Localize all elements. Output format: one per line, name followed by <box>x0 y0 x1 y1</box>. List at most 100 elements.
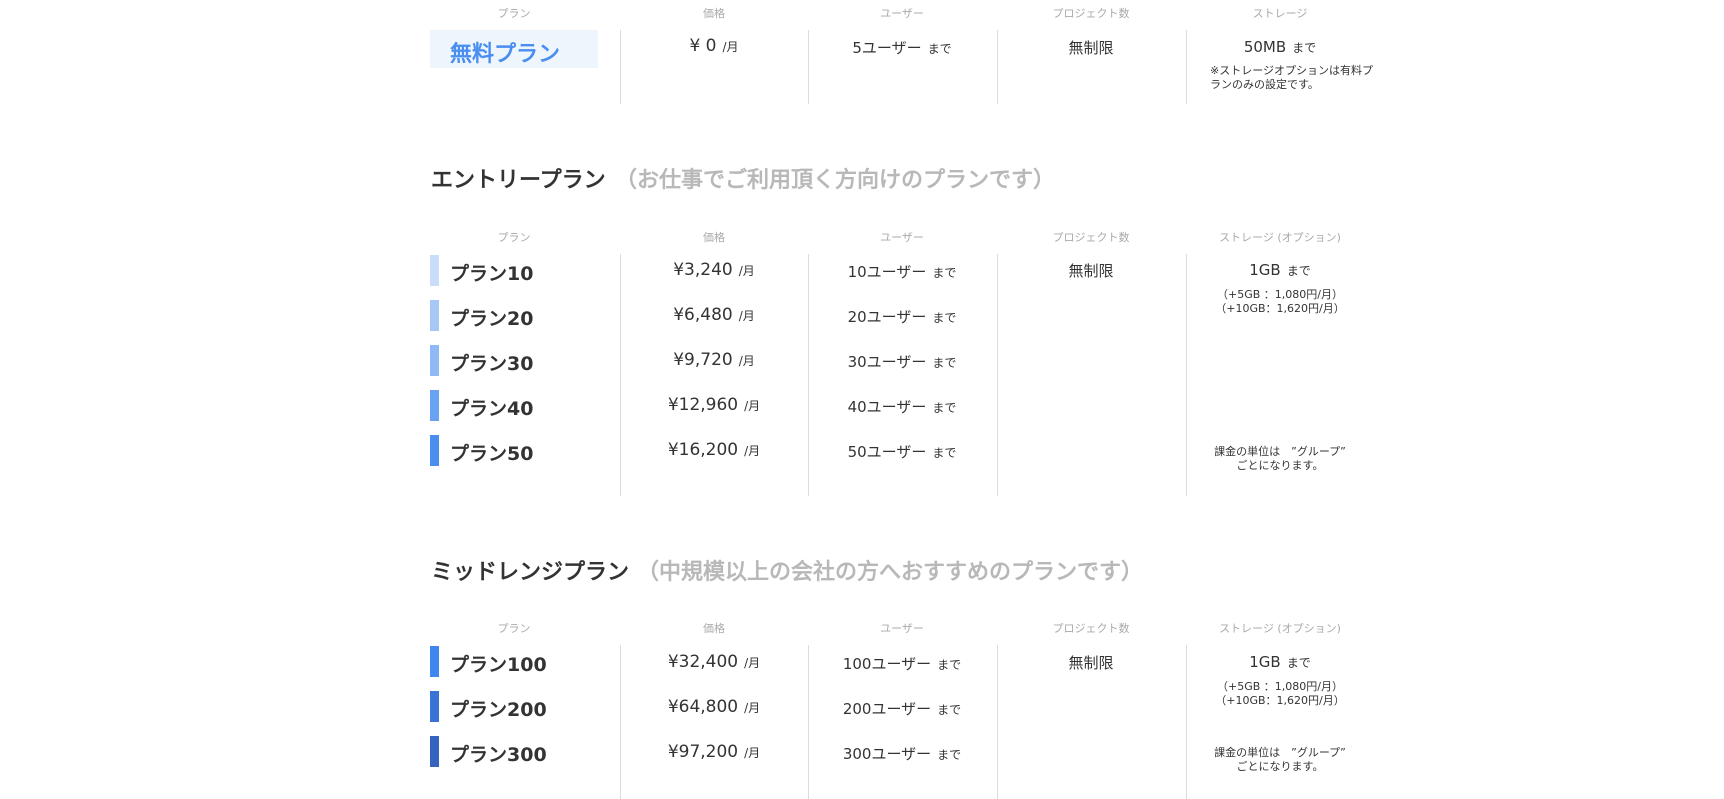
free-users-unit: まで <box>927 42 952 56</box>
midrange-section-subtitle: （中規模以上の会社の方へおすすめのプランです） <box>637 560 1144 585</box>
users-unit: まで <box>937 748 962 762</box>
plan-name: プラン50 <box>450 443 534 465</box>
midrange-storage-option-5gb: （+5GB ：1,080円/月） <box>1217 680 1343 693</box>
free-plan-projects: 無制限 <box>1068 39 1114 57</box>
entry-users-40: 40ユーザー まで <box>808 396 996 417</box>
free-header-price: 価格 <box>703 7 725 20</box>
price-value: ¥16,200 <box>667 440 739 460</box>
entry-price-50: ¥16,200/月 <box>620 440 808 460</box>
free-storage-value: 50MB <box>1243 38 1287 56</box>
midrange-header-price: 価格 <box>703 622 725 635</box>
entry-price-10: ¥3,240/月 <box>620 260 808 280</box>
midrange-projects: 無制限 <box>1068 654 1114 672</box>
plan-color-bar <box>430 435 439 466</box>
users-unit: まで <box>932 356 957 370</box>
entry-header-projects: プロジェクト数 <box>1052 231 1130 244</box>
midrange-storage: 1GB まで <box>1186 653 1374 671</box>
users-value: 10ユーザー <box>847 263 927 281</box>
plan-name: プラン100 <box>450 654 547 676</box>
users-value: 300ユーザー <box>842 745 932 763</box>
price-unit: /月 <box>738 264 755 278</box>
price-value: ¥12,960 <box>667 395 739 415</box>
entry-projects: 無制限 <box>1068 262 1114 280</box>
entry-users-10: 10ユーザー まで <box>808 261 996 282</box>
free-plan-name: 無料プラン <box>450 42 561 67</box>
storage-value: 1GB <box>1249 653 1281 671</box>
price-unit: /月 <box>744 444 761 458</box>
entry-header-storage: ストレージ (オプション) <box>1219 231 1341 244</box>
entry-price-30: ¥9,720/月 <box>620 350 808 370</box>
entry-section-title: エントリープラン <box>431 168 606 193</box>
free-price-unit: /月 <box>722 40 739 54</box>
entry-storage: 1GB まで <box>1186 261 1374 279</box>
midrange-billing-note-line2: ごとになります。 <box>1236 760 1324 773</box>
free-header-storage: ストレージ <box>1252 7 1308 20</box>
midrange-billing-note-line1: 課金の単位は ”グループ” <box>1214 746 1346 759</box>
price-unit: /月 <box>744 701 761 715</box>
midrange-users-300: 300ユーザー まで <box>808 743 996 764</box>
entry-billing-note-line1: 課金の単位は ”グループ” <box>1214 445 1346 458</box>
plan-color-bar <box>430 390 439 421</box>
storage-value: 1GB <box>1249 261 1281 279</box>
users-value: 200ユーザー <box>842 700 932 718</box>
plan-color-bar <box>430 646 439 677</box>
users-value: 50ユーザー <box>847 443 927 461</box>
entry-divider-3 <box>997 254 998 496</box>
midrange-users-100: 100ユーザー まで <box>808 653 996 674</box>
midrange-header-storage: ストレージ (オプション) <box>1219 622 1341 635</box>
midrange-price-300: ¥97,200/月 <box>620 742 808 762</box>
price-unit: /月 <box>744 656 761 670</box>
entry-users-50: 50ユーザー まで <box>808 441 996 462</box>
entry-storage-option-10gb: （+10GB：1,620円/月） <box>1215 302 1345 315</box>
free-header-projects: プロジェクト数 <box>1052 7 1130 20</box>
midrange-price-200: ¥64,800/月 <box>620 697 808 717</box>
free-plan-price: ¥ 0/月 <box>620 36 808 56</box>
users-unit: まで <box>937 658 962 672</box>
price-unit: /月 <box>738 354 755 368</box>
price-value: ¥64,800 <box>667 697 739 717</box>
free-price-value: ¥ 0 <box>689 36 717 56</box>
free-storage-unit: まで <box>1292 41 1317 55</box>
price-value: ¥9,720 <box>673 350 733 370</box>
midrange-users-200: 200ユーザー まで <box>808 698 996 719</box>
plan-name: プラン40 <box>450 398 534 420</box>
plan-name: プラン10 <box>450 263 534 285</box>
plan-name: プラン30 <box>450 353 534 375</box>
midrange-section-title: ミッドレンジプラン <box>431 560 630 585</box>
users-value: 20ユーザー <box>847 308 927 326</box>
price-unit: /月 <box>744 746 761 760</box>
users-unit: まで <box>932 401 957 415</box>
price-value: ¥32,400 <box>667 652 739 672</box>
midrange-header-projects: プロジェクト数 <box>1052 622 1130 635</box>
entry-users-30: 30ユーザー まで <box>808 351 996 372</box>
users-unit: まで <box>932 446 957 460</box>
midrange-header-plan: プラン <box>497 622 531 635</box>
entry-users-20: 20ユーザー まで <box>808 306 996 327</box>
plan-color-bar <box>430 736 439 767</box>
plan-color-bar <box>430 300 439 331</box>
price-value: ¥6,480 <box>673 305 733 325</box>
entry-header-users: ユーザー <box>880 231 924 244</box>
plan-color-bar <box>430 691 439 722</box>
users-unit: まで <box>932 266 957 280</box>
entry-billing-note-line2: ごとになります。 <box>1236 459 1324 472</box>
entry-price-40: ¥12,960/月 <box>620 395 808 415</box>
entry-section-subtitle: （お仕事でご利用頂く方向けのプランです） <box>615 168 1056 193</box>
entry-header-plan: プラン <box>497 231 531 244</box>
midrange-price-100: ¥32,400/月 <box>620 652 808 672</box>
users-value: 30ユーザー <box>847 353 927 371</box>
users-value: 100ユーザー <box>842 655 932 673</box>
free-header-users: ユーザー <box>880 7 924 20</box>
entry-storage-option-5gb: （+5GB ：1,080円/月） <box>1217 288 1343 301</box>
price-value: ¥97,200 <box>667 742 739 762</box>
midrange-storage-option-10gb: （+10GB：1,620円/月） <box>1215 694 1345 707</box>
users-value: 40ユーザー <box>847 398 927 416</box>
free-plan-storage: 50MB まで <box>1186 38 1374 56</box>
price-value: ¥3,240 <box>673 260 733 280</box>
users-unit: まで <box>932 311 957 325</box>
plan-name: プラン20 <box>450 308 534 330</box>
free-users-value: 5ユーザー <box>852 39 922 57</box>
entry-price-20: ¥6,480/月 <box>620 305 808 325</box>
plan-name: プラン200 <box>450 699 547 721</box>
midrange-header-users: ユーザー <box>880 622 924 635</box>
